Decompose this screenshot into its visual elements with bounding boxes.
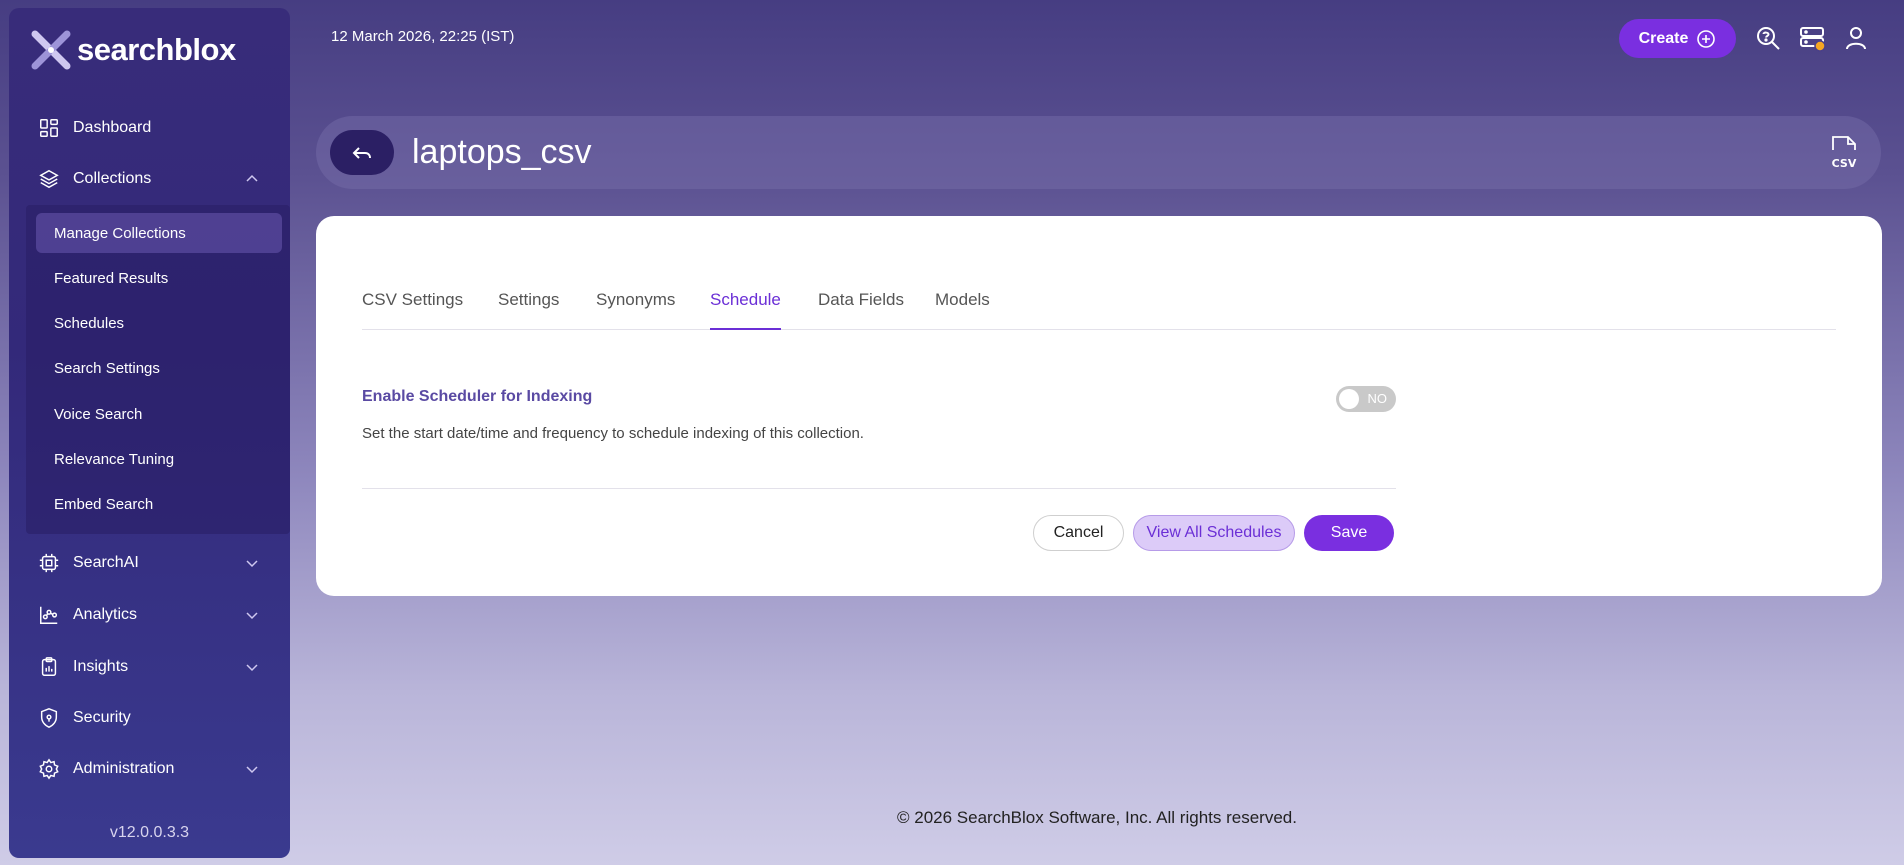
sidebar-subitem-schedules[interactable]: Schedules	[36, 303, 282, 343]
sidebar: searchblox Dashboard Collections Manage …	[9, 8, 290, 858]
sidebar-subitem-relevance-tuning[interactable]: Relevance Tuning	[36, 439, 282, 479]
tab-data-fields[interactable]: Data Fields	[818, 274, 904, 330]
sidebar-item-security[interactable]: Security	[9, 698, 290, 738]
sidebar-item-label: Insights	[73, 658, 129, 675]
brand-name: searchblox	[77, 32, 236, 67]
layers-icon	[37, 167, 61, 191]
tabs: CSV Settings Settings Synonyms Schedule …	[362, 274, 1836, 330]
sidebar-item-analytics[interactable]: Analytics	[9, 595, 290, 635]
back-button[interactable]	[330, 130, 394, 175]
server-status-icon[interactable]	[1798, 24, 1826, 52]
current-datetime: 12 March 2026, 22:25 (IST)	[331, 28, 515, 45]
collection-settings-card: CSV Settings Settings Synonyms Schedule …	[316, 216, 1882, 596]
scheduler-description: Set the start date/time and frequency to…	[362, 425, 864, 442]
back-arrow-icon	[352, 146, 371, 159]
plus-circle-icon	[1697, 29, 1716, 48]
sidebar-item-label: Security	[73, 709, 131, 726]
create-button-label: Create	[1638, 29, 1689, 47]
tab-models[interactable]: Models	[935, 274, 990, 330]
scheduler-toggle[interactable]: NO	[1336, 386, 1396, 412]
sidebar-subitem-manage-collections[interactable]: Manage Collections	[36, 213, 282, 253]
chevron-down-icon	[244, 659, 260, 675]
cancel-button[interactable]: Cancel	[1033, 515, 1124, 551]
sidebar-item-label: SearchAI	[73, 554, 139, 571]
analytics-icon	[37, 603, 61, 627]
sidebar-item-label: Administration	[73, 760, 175, 777]
dashboard-icon	[37, 116, 61, 140]
sidebar-subitem-featured-results[interactable]: Featured Results	[36, 258, 282, 298]
toggle-state-text: NO	[1367, 391, 1388, 406]
sidebar-item-label: Dashboard	[73, 119, 152, 136]
tab-schedule[interactable]: Schedule	[710, 274, 781, 330]
sidebar-item-label: Collections	[73, 170, 152, 187]
chevron-down-icon	[244, 607, 260, 623]
gear-icon	[37, 757, 61, 781]
save-button[interactable]: Save	[1304, 515, 1394, 551]
csv-file-icon: CSV	[1827, 134, 1861, 172]
footer-copyright: © 2026 SearchBlox Software, Inc. All rig…	[897, 808, 1297, 827]
page-title: laptops_csv	[412, 133, 592, 171]
sidebar-item-searchai[interactable]: SearchAI	[9, 543, 290, 583]
create-button[interactable]: Create	[1619, 19, 1736, 58]
sidebar-item-dashboard[interactable]: Dashboard	[9, 108, 290, 148]
sidebar-subitem-embed-search[interactable]: Embed Search	[36, 484, 282, 524]
shield-icon	[37, 706, 61, 730]
chevron-down-icon	[244, 761, 260, 777]
scheduler-label: Enable Scheduler for Indexing	[362, 388, 593, 405]
sidebar-subitem-voice-search[interactable]: Voice Search	[36, 394, 282, 434]
tab-settings[interactable]: Settings	[498, 274, 559, 330]
chip-icon	[37, 551, 61, 575]
chevron-down-icon	[244, 555, 260, 571]
logo[interactable]: searchblox	[29, 28, 236, 72]
user-profile-icon[interactable]	[1842, 24, 1870, 52]
search-help-icon[interactable]	[1754, 24, 1782, 52]
sidebar-item-collections[interactable]: Collections	[9, 159, 290, 199]
sidebar-item-insights[interactable]: Insights	[9, 647, 290, 687]
csv-icon-label: CSV	[1832, 157, 1857, 170]
clipboard-icon	[37, 655, 61, 679]
tab-csv-settings[interactable]: CSV Settings	[362, 274, 463, 330]
view-all-schedules-button[interactable]: View All Schedules	[1133, 515, 1295, 551]
page-header: laptops_csv CSV	[316, 116, 1881, 189]
collections-submenu: Manage Collections Featured Results Sche…	[26, 205, 290, 534]
divider	[362, 488, 1396, 489]
searchblox-logo-icon	[31, 30, 71, 70]
sidebar-item-administration[interactable]: Administration	[9, 749, 290, 789]
tab-synonyms[interactable]: Synonyms	[596, 274, 675, 330]
toggle-knob	[1339, 389, 1359, 409]
sidebar-subitem-search-settings[interactable]: Search Settings	[36, 348, 282, 388]
sidebar-item-label: Analytics	[73, 606, 138, 623]
chevron-up-icon	[244, 171, 260, 187]
